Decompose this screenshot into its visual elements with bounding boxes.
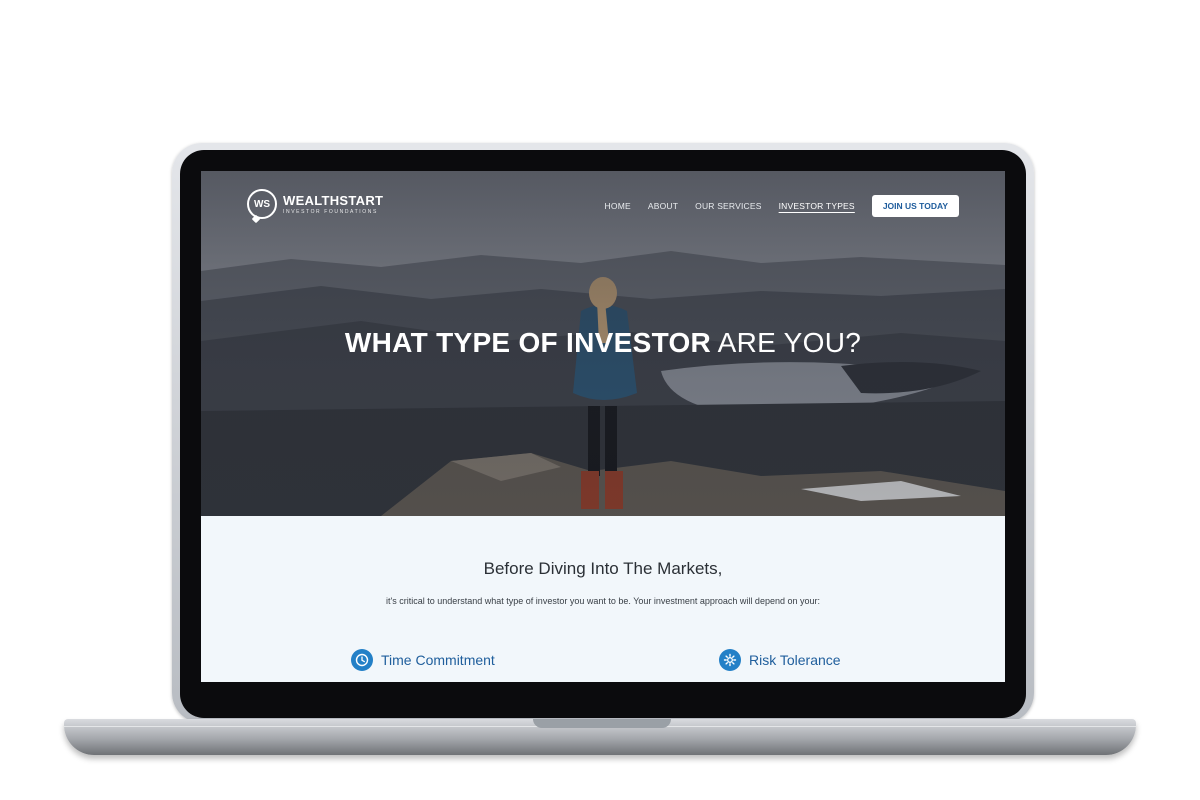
main-nav: HOME ABOUT OUR SERVICES INVESTOR TYPES J…: [588, 195, 959, 217]
brand-logo-icon: WS: [247, 189, 277, 219]
intro-subtext: it's critical to understand what type of…: [386, 596, 820, 606]
feature-label: Time Commitment: [381, 652, 495, 668]
website-screen: WS WEALTHSTART INVESTOR FOUNDATIONS HOME…: [201, 171, 1005, 682]
intro-heading: Before Diving Into The Markets,: [483, 559, 723, 578]
nav-our-services[interactable]: OUR SERVICES: [695, 201, 761, 211]
feature-time-commitment: Time Commitment: [351, 649, 495, 671]
hero-section: WS WEALTHSTART INVESTOR FOUNDATIONS HOME…: [201, 171, 1005, 516]
hero-title-bold: WHAT TYPE OF INVESTOR: [344, 327, 712, 358]
clock-icon: [351, 649, 373, 671]
hero-title: WHAT TYPE OF INVESTOR ARE YOU?: [201, 327, 1005, 359]
hero-title-rest: ARE YOU?: [717, 327, 862, 358]
feature-risk-tolerance: Risk Tolerance: [719, 649, 841, 671]
nav-home[interactable]: HOME: [605, 201, 631, 211]
gear-icon: [719, 649, 741, 671]
brand-name: WEALTHSTART: [283, 192, 384, 208]
laptop-notch: [533, 719, 671, 728]
nav-investor-types[interactable]: INVESTOR TYPES: [779, 201, 855, 211]
brand-logo[interactable]: WS WEALTHSTART INVESTOR FOUNDATIONS: [247, 189, 383, 219]
nav-about[interactable]: ABOUT: [648, 201, 678, 211]
brand-tagline: INVESTOR FOUNDATIONS: [283, 208, 378, 215]
feature-label: Risk Tolerance: [749, 652, 841, 668]
join-us-button[interactable]: JOIN US TODAY: [871, 195, 959, 217]
brand-logo-text: WEALTHSTART INVESTOR FOUNDATIONS: [283, 194, 383, 215]
